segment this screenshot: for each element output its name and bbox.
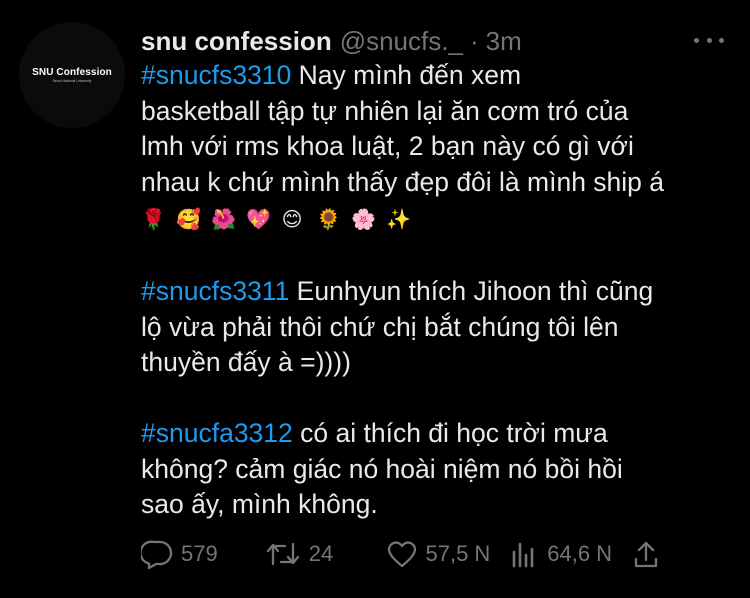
retweet-icon bbox=[266, 542, 299, 566]
text-line: thuyền đấy à =)))) bbox=[141, 347, 351, 377]
avatar-subtitle: Seoul National University bbox=[52, 79, 92, 83]
heart-icon bbox=[387, 541, 416, 568]
text-line: lmh với rms khoa luật, 2 bạn này có gì v… bbox=[141, 131, 634, 161]
user-handle[interactable]: @snucfs._ bbox=[340, 26, 463, 57]
views-icon bbox=[512, 542, 534, 568]
retweet-count: 24 bbox=[308, 541, 334, 566]
views-button[interactable]: 64,6 N bbox=[509, 539, 631, 569]
hashtag-link[interactable]: #snucfs3310 bbox=[141, 60, 291, 90]
avatar[interactable]: SNU Confession Seoul National University bbox=[19, 22, 125, 128]
separator-dot: · bbox=[469, 25, 479, 56]
sunflower-emoji: 🌻 bbox=[316, 209, 341, 231]
text-line: #snucfs3311 Eunhyun thích Jihoon thì cũn… bbox=[141, 276, 654, 306]
hibiscus-emoji: 🌺 bbox=[211, 209, 236, 231]
share-button[interactable] bbox=[631, 539, 661, 569]
text-line: lộ vừa phải thôi chứ chị bắt chúng tôi l… bbox=[141, 311, 619, 342]
tweet-text: #snucfs3310 Nay mình đến xem basketball … bbox=[141, 58, 741, 523]
reply-count: 579 bbox=[181, 541, 218, 566]
like-count: 57,5 N bbox=[425, 541, 491, 566]
sparkling-heart-emoji: 💖 bbox=[246, 209, 271, 231]
emoji-row: 🌹 🥰 🌺 💖 😊 🌻 🌸 ✨ bbox=[141, 200, 741, 239]
text-line: sao ấy, mình không. bbox=[141, 489, 378, 519]
views-count: 64,6 N bbox=[547, 541, 613, 566]
hashtag-link[interactable]: #snucfa3312 bbox=[141, 418, 293, 448]
rose-emoji: 🌹 bbox=[141, 209, 166, 231]
hashtag-link[interactable]: #snucfs3311 bbox=[141, 276, 289, 306]
text-line: nhau k chứ mình thấy đẹp đôi là mình shi… bbox=[141, 166, 665, 197]
reply-button[interactable]: 579 bbox=[141, 539, 265, 569]
smiling-face-emoji: 😊 bbox=[281, 209, 303, 231]
sparkles-emoji: ✨ bbox=[386, 209, 411, 231]
tweet-header: snu confession @snucfs._ · 3m bbox=[141, 26, 522, 56]
reply-icon bbox=[141, 540, 173, 569]
text-line: không? cảm giác nó hoài niệm nó bồi hồi bbox=[141, 453, 623, 484]
display-name[interactable]: snu confession bbox=[141, 26, 332, 57]
more-icon[interactable] bbox=[694, 30, 724, 50]
retweet-button[interactable]: 24 bbox=[265, 539, 386, 569]
share-icon bbox=[634, 541, 658, 568]
smiling-hearts-emoji: 🥰 bbox=[176, 209, 201, 231]
like-button[interactable]: 57,5 N bbox=[386, 539, 510, 569]
cherry-blossom-emoji: 🌸 bbox=[351, 209, 376, 231]
text-line: #snucfs3310 Nay mình đến xem bbox=[141, 60, 522, 90]
text-line: basketball tập tự nhiên lại ăn cơm tró c… bbox=[141, 95, 629, 126]
timestamp[interactable]: 3m bbox=[486, 26, 522, 57]
text-line: #snucfa3312 có ai thích đi học trời mưa bbox=[141, 418, 608, 448]
avatar-title: SNU Confession bbox=[32, 67, 112, 78]
action-bar: 579 24 57,5 N 64,6 N bbox=[141, 537, 661, 571]
